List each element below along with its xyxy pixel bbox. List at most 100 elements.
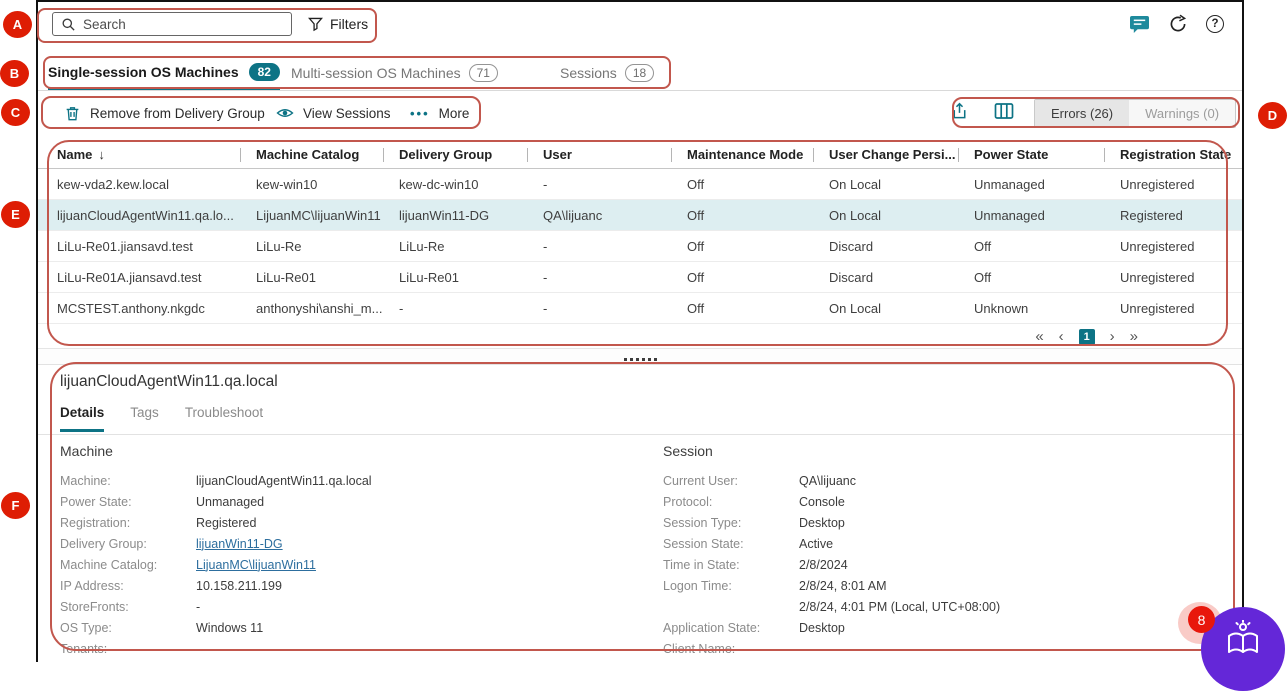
filters-label: Filters (330, 16, 368, 32)
detail-value: Windows 11 (196, 621, 620, 635)
column-header-label: Machine Catalog (256, 147, 359, 162)
annotation-oval-a: A (3, 11, 32, 38)
details-tabs-divider (38, 434, 1242, 435)
more-button[interactable]: ••• More (410, 94, 469, 132)
view-sessions-button[interactable]: View Sessions (276, 94, 391, 132)
machine-rows: Machine:lijuanCloudAgentWin11.qa.localPo… (60, 470, 620, 659)
export-button[interactable] (950, 102, 969, 121)
detail-label: Session Type: (663, 516, 799, 530)
tab-multi-session-os-machines[interactable]: Multi-session OS Machines71 (291, 56, 498, 90)
session-heading: Session (663, 443, 1223, 459)
detail-value: QA\lijuanc (799, 474, 1223, 488)
column-header-label: User (543, 147, 572, 162)
trash-icon (64, 105, 81, 122)
detail-label: StoreFronts: (60, 600, 196, 614)
table-cell: Off (671, 177, 813, 192)
detail-value: - (196, 642, 620, 656)
remove-from-delivery-group-button[interactable]: Remove from Delivery Group (64, 94, 265, 132)
next-page-icon[interactable]: › (1110, 328, 1115, 345)
table-cell: LiLu-Re01 (383, 270, 527, 285)
detail-row: OS Type:Windows 11 (60, 617, 620, 638)
table-cell: Registered (1104, 208, 1242, 223)
sort-desc-icon: ↓ (98, 147, 105, 162)
detail-label: Logon Time: (663, 579, 799, 593)
detail-label: Power State: (60, 495, 196, 509)
search-input[interactable] (83, 17, 283, 32)
session-rows: Current User:QA\lijuancProtocol:ConsoleS… (663, 470, 1223, 659)
details-tab-tags[interactable]: Tags (130, 405, 159, 432)
table-cell: Unregistered (1104, 270, 1242, 285)
column-header-machine-catalog[interactable]: Machine Catalog (240, 140, 383, 168)
column-header-label: Delivery Group (399, 147, 492, 162)
column-header-label: Maintenance Mode (687, 147, 803, 162)
column-header-user-change-persi-[interactable]: User Change Persi... (813, 140, 958, 168)
table-row[interactable]: LiLu-Re01.jiansavd.testLiLu-ReLiLu-Re-Of… (38, 231, 1242, 262)
table-cell: Unmanaged (958, 177, 1104, 192)
prev-page-icon[interactable]: ‹ (1059, 328, 1064, 345)
annotation-oval-d: D (1258, 102, 1287, 129)
view-sessions-label: View Sessions (303, 106, 391, 121)
detail-row: Application State:Desktop (663, 617, 1223, 638)
table-cell: - (383, 301, 527, 316)
column-header-label: Registration State (1120, 147, 1231, 162)
table-cell: Unregistered (1104, 301, 1242, 316)
detail-label: Tenants: (60, 642, 196, 656)
detail-link[interactable]: lijuanWin11-DG (196, 537, 620, 551)
detail-row: IP Address:10.158.211.199 (60, 575, 620, 596)
column-header-name[interactable]: Name↓ (38, 140, 240, 168)
column-header-power-state[interactable]: Power State (958, 140, 1104, 168)
table-row[interactable]: kew-vda2.kew.localkew-win10kew-dc-win10-… (38, 169, 1242, 200)
table-row[interactable]: lijuanCloudAgentWin11.qa.lo...LijuanMC\l… (38, 200, 1242, 231)
tab-sessions[interactable]: Sessions 18 (560, 56, 654, 90)
annotation-oval-f: F (1, 492, 30, 519)
table-cell: - (527, 270, 671, 285)
last-page-icon[interactable]: » (1130, 328, 1138, 345)
tab-label: Sessions (560, 65, 617, 81)
search-box[interactable] (52, 12, 292, 36)
detail-row: Logon Time:2/8/24, 8:01 AM (663, 575, 1223, 596)
errors-button[interactable]: Errors (26) (1035, 100, 1129, 127)
table-row[interactable]: MCSTEST.anthony.nkgdcanthonyshi\anshi_m.… (38, 293, 1242, 324)
first-page-icon[interactable]: « (1035, 328, 1043, 345)
filter-funnel-icon (308, 17, 323, 32)
refresh-button[interactable] (1168, 14, 1188, 34)
detail-label: Application State: (663, 621, 799, 635)
details-tab-troubleshoot[interactable]: Troubleshoot (185, 405, 263, 432)
table-cell: Off (958, 239, 1104, 254)
table-cell: Discard (813, 270, 958, 285)
detail-label: IP Address: (60, 579, 196, 593)
table-cell: Off (958, 270, 1104, 285)
detail-label: Registration: (60, 516, 196, 530)
help-button[interactable]: ? (1206, 15, 1224, 33)
tab-count-pill: 18 (625, 64, 654, 82)
feedback-button[interactable] (1129, 15, 1150, 34)
table-cell: Off (671, 208, 813, 223)
detail-value: Registered (196, 516, 620, 530)
warnings-button[interactable]: Warnings (0) (1129, 100, 1235, 127)
table-row[interactable]: LiLu-Re01A.jiansavd.testLiLu-Re01LiLu-Re… (38, 262, 1242, 293)
column-header-user[interactable]: User (527, 140, 671, 168)
table-cell: - (527, 239, 671, 254)
tab-count-pill: 71 (469, 64, 498, 82)
detail-row: Current User:QA\lijuanc (663, 470, 1223, 491)
details-tab-details[interactable]: Details (60, 405, 104, 432)
detail-value: Active (799, 537, 1223, 551)
tab-single-session-os-machines[interactable]: Single-session OS Machines82 (48, 56, 280, 90)
remove-label: Remove from Delivery Group (90, 106, 265, 121)
columns-button[interactable] (994, 102, 1014, 120)
table-cell: LiLu-Re01A.jiansavd.test (38, 270, 240, 285)
annotation-oval-c: C (1, 99, 30, 126)
detail-label: Current User: (663, 474, 799, 488)
detail-value: 10.158.211.199 (196, 579, 620, 593)
table-cell: anthonyshi\anshi_m... (240, 301, 383, 316)
table-cell: LiLu-Re (240, 239, 383, 254)
detail-row: Delivery Group:lijuanWin11-DG (60, 533, 620, 554)
detail-link[interactable]: LijuanMC\lijuanWin11 (196, 558, 620, 572)
column-header-registration-state[interactable]: Registration State (1104, 140, 1242, 168)
current-page[interactable]: 1 (1079, 329, 1095, 345)
column-header-maintenance-mode[interactable]: Maintenance Mode (671, 140, 813, 168)
filters-button[interactable]: Filters (308, 12, 368, 36)
table-cell: LiLu-Re01.jiansavd.test (38, 239, 240, 254)
column-header-delivery-group[interactable]: Delivery Group (383, 140, 527, 168)
panel-splitter[interactable] (38, 348, 1242, 364)
